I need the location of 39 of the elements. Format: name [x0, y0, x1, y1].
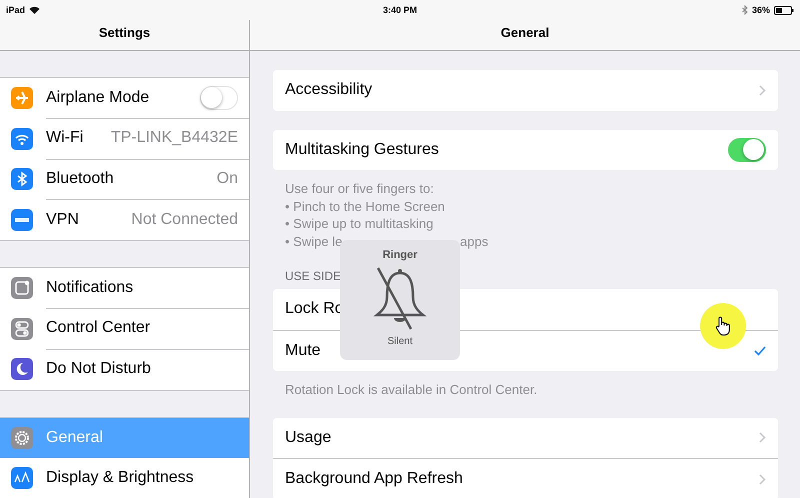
item-value: TP-LINK_B4432E [110, 129, 238, 148]
device-name: iPad [6, 5, 26, 15]
footer-text: Use four or five fingers to: [285, 180, 434, 198]
settings-item[interactable]: Do Not Disturb [0, 349, 249, 390]
toggle-switch[interactable] [200, 86, 238, 110]
section-header: USE SIDE [284, 269, 342, 285]
settings-item[interactable]: Wi-Fi TP-LINK_B4432E [0, 118, 249, 159]
row-label[interactable]: Multitasking Gestures [285, 140, 439, 159]
chevron-icon [759, 474, 766, 485]
row-label[interactable]: Mute [285, 342, 321, 360]
footer-text: • Swipe up to multitasking [285, 215, 434, 232]
item-value: On [216, 170, 238, 188]
overlay-title: Ringer [382, 249, 418, 261]
row-label[interactable]: Background App Refresh [285, 470, 463, 488]
settings-item[interactable]: Bluetooth On [0, 159, 249, 200]
footer-text: apps [460, 232, 488, 250]
battery-icon [774, 6, 794, 14]
row-label[interactable]: Usage [285, 428, 332, 447]
item-value: Not Connected [131, 210, 238, 229]
chevron-icon [759, 432, 766, 444]
wifi-icon [29, 6, 40, 14]
hand-pointer-icon [715, 316, 731, 336]
row-label[interactable]: Accessibility [285, 81, 372, 100]
settings-item[interactable]: Notifications [0, 268, 249, 308]
chevron-icon [759, 84, 766, 96]
settings-item[interactable]: Control Center [0, 308, 249, 349]
toggle-switch[interactable] [728, 138, 766, 162]
bluetooth-icon [742, 5, 748, 15]
battery-percent: 36% [752, 5, 770, 15]
overlay-caption: Silent [387, 336, 412, 347]
settings-item[interactable]: VPN Not Connected [0, 200, 249, 240]
settings-item[interactable]: Display & Brightness [0, 458, 249, 498]
footer-text: • Swipe le [285, 232, 344, 250]
footer-text: Rotation Lock is available in Control Center. [285, 381, 538, 398]
settings-item[interactable]: Airplane Mode [0, 78, 249, 118]
footer-text: • Pinch to the Home Screen [285, 198, 445, 215]
sidebar-title: Settings [0, 20, 250, 50]
page-title: General [500, 24, 550, 42]
clock: 3:40 PM [382, 5, 418, 15]
